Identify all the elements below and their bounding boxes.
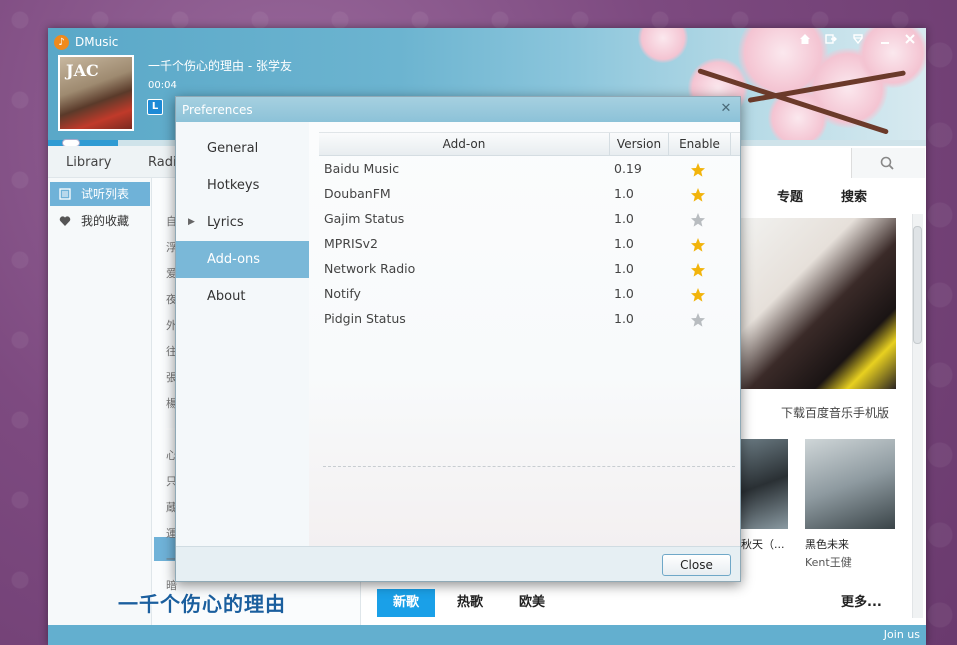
nav-addons[interactable]: Add-ons: [176, 241, 309, 278]
addon-name: Pidgin Status: [324, 311, 406, 326]
preferences-dialog: Preferences ✕ General Hotkeys ▶ Lyrics A…: [175, 96, 741, 582]
download-app-link[interactable]: 下载百度音乐手机版: [781, 404, 889, 421]
separator: [323, 466, 735, 467]
desktop-lyric[interactable]: 一千个伤心的理由: [118, 588, 286, 617]
album-cover[interactable]: JAC: [58, 55, 134, 131]
tab-radio[interactable]: Radi: [148, 155, 177, 170]
nav-topics[interactable]: 专题: [777, 186, 803, 205]
status-bar: [48, 625, 926, 645]
star-enabled-icon[interactable]: [690, 286, 706, 302]
mini-mode-icon[interactable]: [823, 33, 839, 49]
join-us-link[interactable]: Join us: [884, 628, 920, 641]
home-icon[interactable]: [797, 33, 813, 49]
addon-row[interactable]: Pidgin Status 1.0: [319, 306, 740, 331]
more-link[interactable]: 更多...: [841, 589, 882, 617]
addon-version: 0.19: [614, 161, 642, 176]
heart-icon: [59, 215, 71, 227]
addon-row[interactable]: Notify 1.0: [319, 281, 740, 306]
nav-lyrics-label: Lyrics: [207, 215, 244, 230]
nav-general[interactable]: General: [176, 130, 309, 167]
search-icon: [880, 156, 894, 170]
album-thumb-1[interactable]: [741, 439, 788, 529]
addon-version: 1.0: [614, 311, 634, 326]
dialog-title: Preferences: [182, 103, 253, 117]
column-addon[interactable]: Add-on: [319, 133, 610, 156]
addon-name: MPRISv2: [324, 236, 378, 251]
star-disabled-icon[interactable]: [690, 311, 706, 327]
close-window-icon[interactable]: [902, 33, 918, 49]
featured-poster[interactable]: [741, 218, 896, 389]
close-button[interactable]: Close: [662, 554, 731, 576]
nav-search[interactable]: 搜索: [841, 186, 867, 205]
star-enabled-icon[interactable]: [690, 186, 706, 202]
dialog-titlebar[interactable]: Preferences ✕: [176, 97, 740, 122]
tab-library[interactable]: Library: [66, 155, 111, 170]
addon-version: 1.0: [614, 211, 634, 226]
preferences-nav: General Hotkeys ▶ Lyrics Add-ons About: [176, 122, 309, 546]
addon-name: Baidu Music: [324, 161, 400, 176]
web-tabbar: 新歌 热歌 欧美 更多...: [361, 583, 912, 617]
dialog-footer: Close: [176, 546, 740, 581]
cover-text: JAC: [66, 61, 99, 80]
expand-arrow-icon[interactable]: ▶: [188, 204, 195, 241]
addon-version: 1.0: [614, 261, 634, 276]
addon-version: 1.0: [614, 186, 634, 201]
search-button[interactable]: [851, 148, 925, 178]
lyric-toggle-button[interactable]: L: [147, 99, 163, 115]
nav-hotkeys[interactable]: Hotkeys: [176, 167, 309, 204]
album-artist-2[interactable]: Kent王健: [805, 554, 852, 570]
web-tab-hot[interactable]: 热歌: [441, 589, 499, 617]
web-tab-western[interactable]: 欧美: [503, 589, 561, 617]
sidebar-item-label: 试听列表: [81, 187, 130, 201]
minimize-icon[interactable]: [877, 33, 893, 49]
star-enabled-icon[interactable]: [690, 236, 706, 252]
sidebar-item-label: 我的收藏: [81, 214, 130, 228]
web-tab-new[interactable]: 新歌: [377, 589, 436, 617]
star-enabled-icon[interactable]: [690, 261, 706, 277]
now-playing-title: 一千个伤心的理由 - 张学友: [148, 59, 292, 73]
addons-table-header: Add-on Version Enable: [319, 132, 740, 156]
addon-row[interactable]: Network Radio 1.0: [319, 256, 740, 281]
nav-lyrics[interactable]: ▶ Lyrics: [176, 204, 309, 241]
addon-row[interactable]: Gajim Status 1.0: [319, 206, 740, 231]
addon-row[interactable]: DoubanFM 1.0: [319, 181, 740, 206]
album-caption-2[interactable]: 黑色未来: [805, 536, 849, 552]
playback-time: 00:04: [148, 80, 177, 91]
addon-row[interactable]: MPRISv2 1.0: [319, 231, 740, 256]
addon-name: DoubanFM: [324, 186, 391, 201]
web-scrollbar-thumb[interactable]: [913, 226, 922, 344]
album-thumb-2[interactable]: [805, 439, 895, 529]
sidebar-item-playlist[interactable]: 试听列表: [50, 182, 150, 206]
sidebar: 试听列表 我的收藏: [48, 178, 152, 625]
column-enable[interactable]: Enable: [669, 133, 731, 156]
skin-icon[interactable]: [850, 33, 866, 49]
addon-name: Network Radio: [324, 261, 416, 276]
addon-name: Gajim Status: [324, 211, 405, 226]
dialog-close-icon[interactable]: ✕: [718, 101, 734, 117]
column-version[interactable]: Version: [610, 133, 669, 156]
star-enabled-icon[interactable]: [690, 161, 706, 177]
addon-version: 1.0: [614, 286, 634, 301]
app-logo-icon: ♪: [54, 35, 69, 50]
addon-version: 1.0: [614, 236, 634, 251]
list-icon: [59, 188, 71, 200]
sidebar-item-favorites[interactable]: 我的收藏: [50, 209, 150, 233]
addon-row[interactable]: Baidu Music 0.19: [319, 156, 740, 181]
nav-about[interactable]: About: [176, 278, 309, 315]
addons-panel: Add-on Version Enable Baidu Music 0.19 Dou…: [309, 122, 740, 546]
app-title: DMusic: [75, 35, 119, 49]
album-caption-1[interactable]: 秋天（...: [741, 536, 785, 552]
star-disabled-icon[interactable]: [690, 211, 706, 227]
addon-name: Notify: [324, 286, 361, 301]
